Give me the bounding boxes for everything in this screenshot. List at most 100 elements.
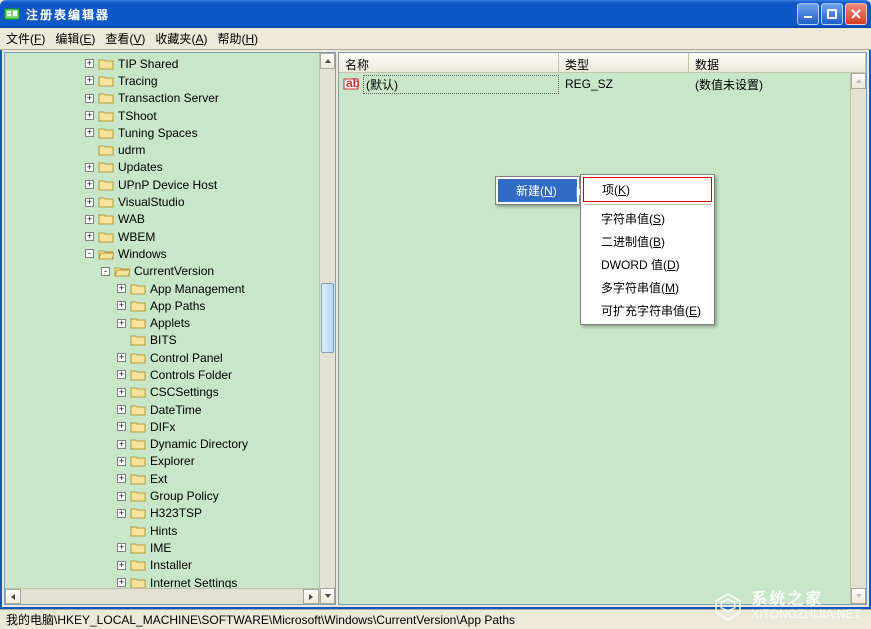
ctx-new-multistring[interactable]: 多字符串值(M) <box>583 276 712 299</box>
ctx-new-key[interactable]: 项(K) <box>583 177 712 202</box>
expander-icon[interactable]: + <box>117 561 126 570</box>
folder-icon <box>130 385 146 399</box>
folder-icon <box>130 541 146 555</box>
menu-favorites[interactable]: 收藏夹(A) <box>155 30 207 47</box>
expander-icon[interactable]: + <box>117 543 126 552</box>
col-type[interactable]: 类型 <box>559 53 689 72</box>
menu-view[interactable]: 查看(V) <box>105 30 145 47</box>
ctx-new-string[interactable]: 字符串值(S) <box>583 207 712 230</box>
tree-item[interactable]: Hints <box>5 522 319 539</box>
tree-item[interactable]: +Dynamic Directory <box>5 436 319 453</box>
expander-icon[interactable]: + <box>85 198 94 207</box>
expander-icon[interactable]: + <box>85 94 94 103</box>
value-row[interactable]: ab (默认) REG_SZ (数值未设置) <box>343 75 850 93</box>
expander-icon[interactable]: + <box>117 301 126 310</box>
tree-item[interactable]: + Control Panel <box>5 349 319 366</box>
ctx-new-binary[interactable]: 二进制值(B) <box>583 230 712 253</box>
menu-file[interactable]: 文件(F) <box>6 30 45 47</box>
expander-icon[interactable]: + <box>85 76 94 85</box>
tree-item[interactable]: +CSCSettings <box>5 384 319 401</box>
expander-icon[interactable]: + <box>117 440 126 449</box>
tree-item[interactable]: + Tracing <box>5 72 319 89</box>
tree-item[interactable]: +App Paths <box>5 297 319 314</box>
expander-icon[interactable]: + <box>85 180 94 189</box>
expander-icon[interactable]: + <box>117 319 126 328</box>
col-name[interactable]: 名称 <box>339 53 559 72</box>
tree-item[interactable]: +App Management <box>5 280 319 297</box>
col-data[interactable]: 数据 <box>689 53 866 72</box>
scroll-up-button[interactable] <box>320 53 335 69</box>
scroll-up-button[interactable] <box>851 73 866 89</box>
expander-icon[interactable]: + <box>117 353 126 362</box>
folder-icon <box>98 178 114 192</box>
values-list[interactable]: ab (默认) REG_SZ (数值未设置) 新建(N) ▶ 项(K) 字符串值… <box>339 73 866 604</box>
tree-item[interactable]: +DIFx <box>5 418 319 435</box>
tree-item[interactable]: +WAB <box>5 211 319 228</box>
tree-item[interactable]: +Applets <box>5 314 319 331</box>
tree-item-label: CurrentVersion <box>134 264 214 278</box>
tree-item[interactable]: BITS <box>5 332 319 349</box>
scroll-left-button[interactable] <box>5 589 21 604</box>
tree-item-label: Control Panel <box>150 351 223 365</box>
expander-icon[interactable]: + <box>117 509 126 518</box>
expander-icon[interactable]: + <box>117 422 126 431</box>
tree-scrollbar-h[interactable] <box>5 588 319 604</box>
tree-item[interactable]: +Group Policy <box>5 487 319 504</box>
tree-item[interactable]: +WBEM <box>5 228 319 245</box>
folder-icon <box>98 247 114 261</box>
expander-icon[interactable]: + <box>85 128 94 137</box>
tree-item[interactable]: +Explorer <box>5 453 319 470</box>
tree-scrollbar-v[interactable] <box>319 53 335 604</box>
expander-icon[interactable]: + <box>117 405 126 414</box>
expander-icon[interactable]: + <box>117 370 126 379</box>
tree-item[interactable]: +Transaction Server <box>5 90 319 107</box>
ctx-new-expandstring[interactable]: 可扩充字符串值(E) <box>583 299 712 322</box>
expander-icon[interactable]: + <box>117 457 126 466</box>
expander-icon[interactable]: + <box>85 59 94 68</box>
scroll-thumb-v[interactable] <box>321 283 334 353</box>
tree-item[interactable]: + UPnP Device Host <box>5 176 319 193</box>
scroll-right-button[interactable] <box>303 589 319 604</box>
tree-item[interactable]: +TShoot <box>5 107 319 124</box>
tree-item[interactable]: +H323TSP <box>5 505 319 522</box>
tree-item[interactable]: +Installer <box>5 557 319 574</box>
tree-item[interactable]: udrm <box>5 141 319 158</box>
tree-item[interactable]: +VisualStudio <box>5 193 319 210</box>
tree-item[interactable]: +Controls Folder <box>5 366 319 383</box>
expander-icon[interactable]: + <box>85 232 94 241</box>
tree-item[interactable]: +IME <box>5 539 319 556</box>
tree-item[interactable]: +Tuning Spaces <box>5 124 319 141</box>
ctx-new-dword[interactable]: DWORD 值(D) <box>583 253 712 276</box>
expander-icon[interactable]: + <box>117 388 126 397</box>
maximize-button[interactable] <box>821 3 843 25</box>
expander-icon[interactable]: + <box>117 492 126 501</box>
tree-item[interactable]: - CurrentVersion <box>5 263 319 280</box>
scroll-down-button[interactable] <box>320 588 335 604</box>
expander-icon[interactable]: + <box>117 578 126 587</box>
tree-item[interactable]: +Internet Settings <box>5 574 319 588</box>
expander-icon[interactable]: + <box>85 111 94 120</box>
expander-icon[interactable]: - <box>85 249 94 258</box>
tree-item-label: UPnP Device Host <box>118 178 217 192</box>
tree-item[interactable]: -Windows <box>5 245 319 262</box>
tree-item[interactable]: +DateTime <box>5 401 319 418</box>
menu-help[interactable]: 帮助(H) <box>217 30 258 47</box>
tree-item[interactable]: +Updates <box>5 159 319 176</box>
expander-icon[interactable]: - <box>101 267 110 276</box>
expander-icon[interactable]: + <box>85 163 94 172</box>
close-button[interactable] <box>845 3 867 25</box>
registry-tree[interactable]: +TIP Shared+Tracing+Transaction Server+T… <box>5 53 319 588</box>
folder-icon <box>130 351 146 365</box>
values-scrollbar-v[interactable] <box>850 73 866 604</box>
tree-item[interactable]: +TIP Shared <box>5 55 319 72</box>
expander-icon[interactable]: + <box>117 284 126 293</box>
tree-item[interactable]: +Ext <box>5 470 319 487</box>
ctx-new[interactable]: 新建(N) ▶ <box>498 179 577 202</box>
string-value-icon: ab <box>343 76 359 92</box>
folder-icon <box>130 403 146 417</box>
expander-icon[interactable]: + <box>117 474 126 483</box>
expander-icon[interactable]: + <box>85 215 94 224</box>
minimize-button[interactable] <box>797 3 819 25</box>
tree-item-label: Tracing <box>118 74 158 88</box>
menu-edit[interactable]: 编辑(E) <box>55 30 95 47</box>
